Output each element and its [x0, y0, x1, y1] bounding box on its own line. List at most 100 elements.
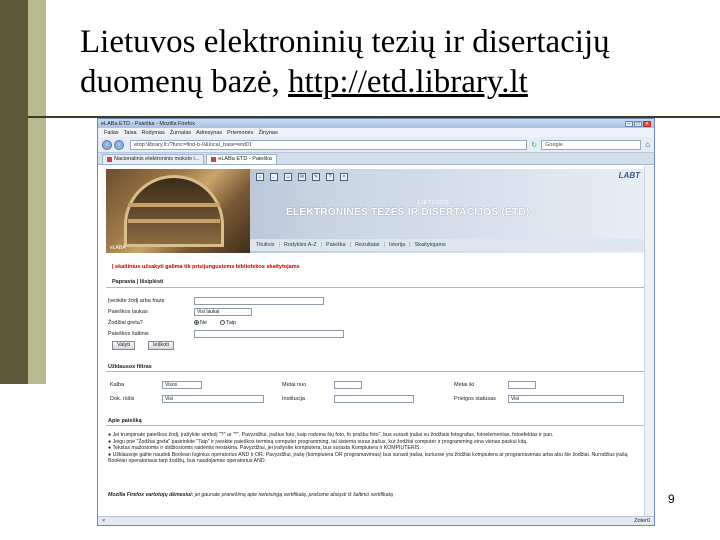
forward-arrow-icon[interactable]: ›: [114, 139, 124, 150]
window-title: eLABa ETD - Paieška - Mozilla Firefox: [101, 120, 195, 127]
doctype-label: Dok. rūšis: [110, 396, 135, 402]
mozilla-note-prefix: Mozilla Firefox vartotojų dėmesiui:: [108, 492, 194, 498]
close-icon[interactable]: ×: [340, 173, 348, 181]
address-bar[interactable]: etop:\library.lt:/?func=find-b-0&local_b…: [130, 139, 528, 150]
home-icon[interactable]: ⌂: [645, 140, 650, 149]
user-icon[interactable]: ☺: [284, 173, 292, 181]
form-row-query: Įveskite žodį arba frazę: [108, 296, 646, 307]
slide-title-line2: duomenų bazė, http://etd.library.lt: [80, 62, 700, 102]
mozilla-note: Mozilla Firefox vartotojų dėmesiui: jei …: [108, 492, 393, 498]
search-button[interactable]: Ieškoti: [148, 341, 174, 350]
help-line: ● Jeigu prie "Žodžiai greta" pasirinkite…: [108, 438, 528, 445]
library-photo: eLABA: [106, 169, 250, 253]
year-from-input[interactable]: [334, 381, 362, 389]
vertical-scrollbar[interactable]: [644, 166, 654, 518]
tab-national-library[interactable]: Nacionalinis elektroninis mokslo l...: [102, 154, 205, 164]
adjacent-label: Žodžiai greta?: [108, 320, 143, 326]
edit-icon[interactable]: ✎: [312, 173, 320, 181]
radio-yes[interactable]: Taip: [220, 320, 236, 326]
status-bar: × Zoter0: [98, 516, 654, 525]
status-label: Prieigos statusas: [454, 396, 496, 402]
menu-item-bookmarks[interactable]: Adresynas: [196, 130, 222, 136]
site-nav: Titulinis | Rodyklės A-Z | Paieška | Rezult…: [250, 239, 646, 251]
form-row-field: Paieškos laukas Visi laukai: [108, 307, 646, 318]
base-select[interactable]: [194, 330, 344, 338]
menu-item-file[interactable]: Failas: [104, 130, 119, 136]
lang-select[interactable]: Visos: [162, 381, 202, 389]
filters-heading: Užklausos filtras: [106, 362, 646, 372]
menu-item-view[interactable]: Rodymas: [142, 130, 165, 136]
search-mode-tabs[interactable]: Paprasta | Išsiplėsti: [106, 278, 646, 288]
radio-yes-label: Taip: [226, 320, 237, 326]
menu-item-tools[interactable]: Priemonės: [227, 130, 253, 136]
browser-menubar: Failas Taisa Rodymas Žurnalas Adresynas …: [98, 128, 654, 137]
institution-select[interactable]: [334, 395, 414, 403]
radio-selected-icon: [194, 320, 199, 326]
radio-no[interactable]: Ne: [194, 320, 207, 326]
reload-icon[interactable]: ↻: [531, 141, 537, 149]
tab-label: Nacionalinis elektroninis mokslo l...: [114, 156, 200, 162]
form-row-adjacent: Žodžiai greta? Ne Taip: [108, 318, 646, 329]
tab-etd-search[interactable]: eLABa ETD - Paieška: [206, 154, 277, 164]
shelf-line: [128, 203, 220, 207]
form-row-base: Paieškos šaltinis: [108, 329, 646, 340]
help-icon[interactable]: ?: [326, 173, 334, 181]
search-form: Įveskite žodį arba frazę Paieškos laukas…: [108, 296, 646, 352]
nav-item-home[interactable]: Titulinis: [256, 242, 274, 248]
doctype-select[interactable]: Visi: [162, 395, 264, 403]
year-to-input[interactable]: [508, 381, 536, 389]
slide-title-line1: Lietuvos elektroninių tezių ir disertaci…: [80, 24, 610, 60]
form-buttons: Valyti Ieškoti: [108, 340, 646, 352]
browser-titlebar: eLABa ETD - Paieška - Mozilla Firefox – …: [98, 119, 654, 128]
browser-navbar: ‹ › etop:\library.lt:/?func=find-b-0&loc…: [98, 137, 654, 153]
minimize-icon[interactable]: –: [625, 120, 633, 127]
base-label: Paieškos šaltinis: [108, 331, 149, 337]
mozilla-note-text: jei gaunate pranešimą apie neteisingą se…: [193, 492, 393, 498]
field-select[interactable]: Visi laukai: [194, 308, 252, 316]
nav-item-search[interactable]: Paieška: [326, 242, 346, 248]
slide-title-prefix: duomenų bazė,: [80, 64, 289, 100]
mail-icon[interactable]: ✉: [298, 173, 306, 181]
home-icon[interactable]: ⌂: [256, 173, 264, 181]
menu-item-history[interactable]: Žurnalas: [170, 130, 191, 136]
search-input[interactable]: Google: [541, 139, 642, 150]
nav-item-history[interactable]: Istorija: [389, 242, 405, 248]
menu-item-help[interactable]: Žinynas: [258, 130, 277, 136]
institution-label: Institucija: [282, 396, 305, 402]
query-input[interactable]: [194, 297, 324, 305]
nav-item-readers[interactable]: Skaitytojams: [415, 242, 446, 248]
header-toolbar: ⌂ ← ☺ ✉ ✎ ? ×: [256, 173, 354, 181]
site-title: ELEKTRONINĖS TEZĖS IR DISERTACIJOS (ETD): [286, 207, 530, 218]
clear-button[interactable]: Valyti: [112, 341, 136, 350]
slide-title-url-link[interactable]: http://etd.library.lt: [288, 64, 528, 100]
site-header: eLABA ⌂ ← ☺ ✉ ✎ ? × LABT LIETUVOS ELEKTR…: [106, 169, 646, 253]
login-notice: Į skaitinius užsakyti galima tik prisiju…: [112, 264, 300, 270]
help-line: ● Tekstas mažosiomis ir didžiosiomis rai…: [108, 445, 421, 452]
nav-item-index[interactable]: Rodyklės A-Z: [284, 242, 317, 248]
help-line: ● Užklausoje galite naudoti Boolean logi…: [108, 451, 628, 465]
maximize-icon[interactable]: □: [634, 120, 642, 127]
help-heading: Apie paiešką: [106, 416, 646, 426]
tab-label: eLABa ETD - Paieška: [218, 156, 272, 162]
close-icon[interactable]: ×: [643, 120, 651, 127]
favicon-icon: [107, 157, 112, 162]
lang-label: Kalba: [110, 382, 125, 388]
help-text: ● Jei trumpinate paieškos žodį, įrašykit…: [108, 432, 640, 465]
labt-logo: LABT: [618, 171, 640, 180]
nav-item-results[interactable]: Rezultatai: [355, 242, 379, 248]
back-icon[interactable]: ←: [270, 173, 278, 181]
radio-no-label: Ne: [200, 320, 208, 326]
shelf-line: [128, 219, 220, 223]
radio-empty-icon: [220, 320, 225, 326]
year-from-label: Metai nuo: [282, 382, 307, 388]
status-addon-label[interactable]: Zoter0: [634, 518, 650, 524]
query-label: Įveskite žodį arba frazę: [108, 298, 165, 304]
browser-window: eLABa ETD - Paieška - Mozilla Firefox – …: [97, 118, 655, 526]
slide-accent-stripe: [28, 0, 46, 384]
status-select[interactable]: Visi: [508, 395, 624, 403]
status-close-icon[interactable]: ×: [102, 518, 105, 524]
browser-tabbar: Nacionalinis elektroninis mokslo l... eL…: [98, 153, 654, 165]
back-arrow-icon[interactable]: ‹: [102, 139, 112, 150]
menu-item-edit[interactable]: Taisa: [124, 130, 137, 136]
year-to-label: Metai iki: [454, 382, 475, 388]
